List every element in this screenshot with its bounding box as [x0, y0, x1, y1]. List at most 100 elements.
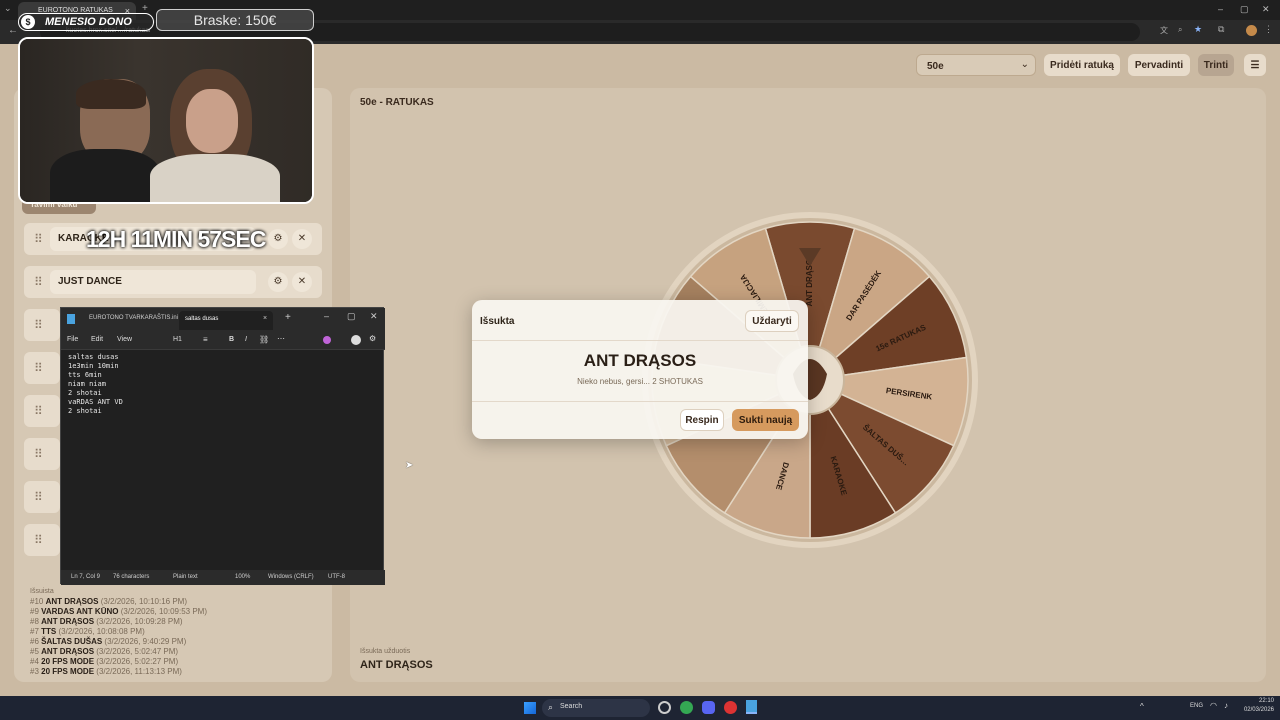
text-line: 1e3min 10min: [68, 362, 119, 370]
link-icon[interactable]: ⛓: [259, 335, 269, 344]
list-icon[interactable]: ≡: [203, 335, 208, 344]
more-icon[interactable]: ⋯: [277, 334, 285, 343]
status-encoding: UTF-8: [328, 574, 345, 580]
text-line: tts 6min: [68, 371, 102, 379]
divider: [472, 401, 808, 402]
text-line: niam niam: [68, 380, 106, 388]
notepad-taskbar-icon[interactable]: [746, 700, 757, 714]
maximize-icon[interactable]: ▢: [1240, 4, 1249, 15]
taskbar: ⌕ Search ^ ENG ◠ ♪ 22:10 02/03/2026: [0, 696, 1280, 720]
obs-icon[interactable]: [724, 701, 737, 714]
drag-handle-icon[interactable]: ⠿: [34, 447, 43, 461]
drag-handle-icon[interactable]: ⠿: [34, 275, 43, 289]
copilot-icon[interactable]: [323, 336, 331, 344]
result-label: Išsukta užduotis: [360, 648, 411, 655]
history-entry: #6 ŠALTAS DUŠAS (3/2/2026, 9:40:29 PM): [30, 637, 187, 646]
back-icon[interactable]: ←: [8, 25, 18, 36]
remove-icon[interactable]: ✕: [292, 272, 312, 292]
bold-button[interactable]: B: [229, 336, 234, 343]
menu-icon[interactable]: ☰: [1244, 54, 1266, 76]
history-entry: #9 VARDAS ANT KŪNO (3/2/2026, 10:09:53 P…: [30, 607, 207, 616]
person-left-hair: [76, 79, 146, 109]
drag-handle-icon[interactable]: ⠿: [34, 490, 43, 504]
mouse-cursor-icon: ➤: [405, 460, 414, 471]
modal-title: Išsukta: [480, 316, 515, 327]
history-entry: #5 ANT DRĄSOS (3/2/2026, 5:02:47 PM): [30, 647, 179, 656]
tab-list-icon[interactable]: ⌄: [4, 3, 12, 14]
heading-button[interactable]: H1: [173, 336, 182, 343]
modal-subtitle: Nieko nebus, gersi... 2 SHOTUKAS: [577, 377, 703, 386]
add-wheel-button[interactable]: Pridėti ratuką: [1044, 54, 1120, 76]
person-right: [186, 89, 238, 153]
menu-view[interactable]: View: [117, 336, 132, 343]
menu-edit[interactable]: Edit: [91, 336, 103, 343]
text-line: saltas dusas: [68, 353, 119, 361]
notepad-tab-1[interactable]: EUROTONO TVARKARAŠTIS.ini: [89, 315, 178, 321]
result-modal: Išsukta Uždaryti ANT DRĄSOS Nieko nebus,…: [472, 300, 808, 439]
settings-icon[interactable]: ⚙: [268, 229, 288, 249]
extensions-icon[interactable]: ⧉: [1218, 24, 1224, 35]
status-position: Ln 7, Col 9: [71, 574, 101, 580]
notepad-tab-close-icon[interactable]: ×: [263, 315, 267, 322]
wheel-select[interactable]: 50e ⌄: [916, 54, 1036, 76]
rename-button[interactable]: Pervadinti: [1128, 54, 1190, 76]
language-indicator[interactable]: ENG: [1190, 703, 1203, 709]
notepad-app-icon: [67, 314, 75, 324]
notepad-text-area[interactable]: saltas dusas 1e3min 10min tts 6min niam …: [68, 353, 123, 416]
status-eol: Windows (CRLF): [268, 574, 314, 580]
notepad-statusbar: Ln 7, Col 9 76 characters Plain text 100…: [61, 570, 385, 585]
text-line: 2 shotai: [68, 389, 102, 397]
text-line: 2 shotai: [68, 407, 102, 415]
wheel-item-row: ⠿: [24, 524, 60, 556]
wheel-select-value: 50e: [927, 61, 944, 72]
minimize-icon[interactable]: –: [1218, 4, 1223, 14]
profile-avatar[interactable]: [1246, 25, 1257, 36]
wifi-icon[interactable]: ◠: [1210, 701, 1217, 710]
drag-handle-icon[interactable]: ⠿: [34, 232, 43, 246]
volume-icon[interactable]: ♪: [1224, 701, 1228, 710]
drag-handle-icon[interactable]: ⠿: [34, 404, 43, 418]
account-icon[interactable]: [351, 335, 361, 345]
drag-handle-icon[interactable]: ⠿: [34, 533, 43, 547]
start-icon[interactable]: [524, 702, 536, 714]
notepad-close-icon[interactable]: ✕: [370, 311, 378, 322]
history-title: Išsuista: [30, 588, 54, 595]
tray-chevron-icon[interactable]: ^: [1140, 702, 1144, 711]
clock-time[interactable]: 22:10: [1240, 698, 1274, 704]
notepad-tab-2[interactable]: saltas dusas ×: [179, 311, 273, 330]
spin-new-button[interactable]: Sukti naują: [732, 409, 799, 431]
drag-handle-icon[interactable]: ⠿: [34, 361, 43, 375]
bookmark-star-icon[interactable]: ★: [1194, 24, 1202, 35]
taskbar-app-icon[interactable]: [658, 701, 671, 714]
notepad-settings-icon[interactable]: ⚙: [369, 334, 376, 343]
taskbar-search[interactable]: ⌕ Search: [542, 699, 650, 717]
zoom-icon[interactable]: ⌕: [1178, 25, 1182, 35]
settings-icon[interactable]: ⚙: [268, 272, 288, 292]
respin-button[interactable]: Respin: [680, 409, 724, 431]
donation-amount: Braske: 150€: [156, 9, 314, 31]
search-icon: ⌕: [548, 702, 554, 712]
wheel-item-row: ⠿: [24, 352, 60, 384]
italic-button[interactable]: I: [245, 336, 247, 343]
browser-menu-icon[interactable]: ⋮: [1264, 24, 1273, 35]
translate-icon[interactable]: 文: [1160, 25, 1168, 36]
chrome-icon[interactable]: [680, 701, 693, 714]
notepad-tab-2-title: saltas dusas: [185, 316, 219, 322]
drag-handle-icon[interactable]: ⠿: [34, 318, 43, 332]
close-button[interactable]: Uždaryti: [745, 310, 799, 332]
status-format: Plain text: [173, 574, 198, 580]
notepad-menubar: File Edit View H1 ≡ B I ⛓ ⋯ ⚙: [61, 330, 385, 350]
menu-file[interactable]: File: [67, 336, 78, 343]
wheel-item-row: ⠿ JUST DANCE ⚙ ✕: [24, 266, 322, 298]
clock-date[interactable]: 02/03/2026: [1236, 707, 1274, 713]
discord-icon[interactable]: [702, 701, 715, 714]
notepad-new-tab-icon[interactable]: +: [285, 312, 291, 323]
history-entry: #10 ANT DRĄSOS (3/2/2026, 10:10:16 PM): [30, 597, 187, 606]
delete-button[interactable]: Trinti: [1198, 54, 1234, 76]
donation-title: MENESIO DONO: [45, 16, 132, 28]
window-close-icon[interactable]: ✕: [1262, 4, 1270, 15]
notepad-minimize-icon[interactable]: –: [324, 311, 329, 321]
remove-icon[interactable]: ✕: [292, 229, 312, 249]
history-entry: #7 TTS (3/2/2026, 10:08:08 PM): [30, 627, 145, 636]
notepad-maximize-icon[interactable]: ▢: [347, 311, 356, 322]
